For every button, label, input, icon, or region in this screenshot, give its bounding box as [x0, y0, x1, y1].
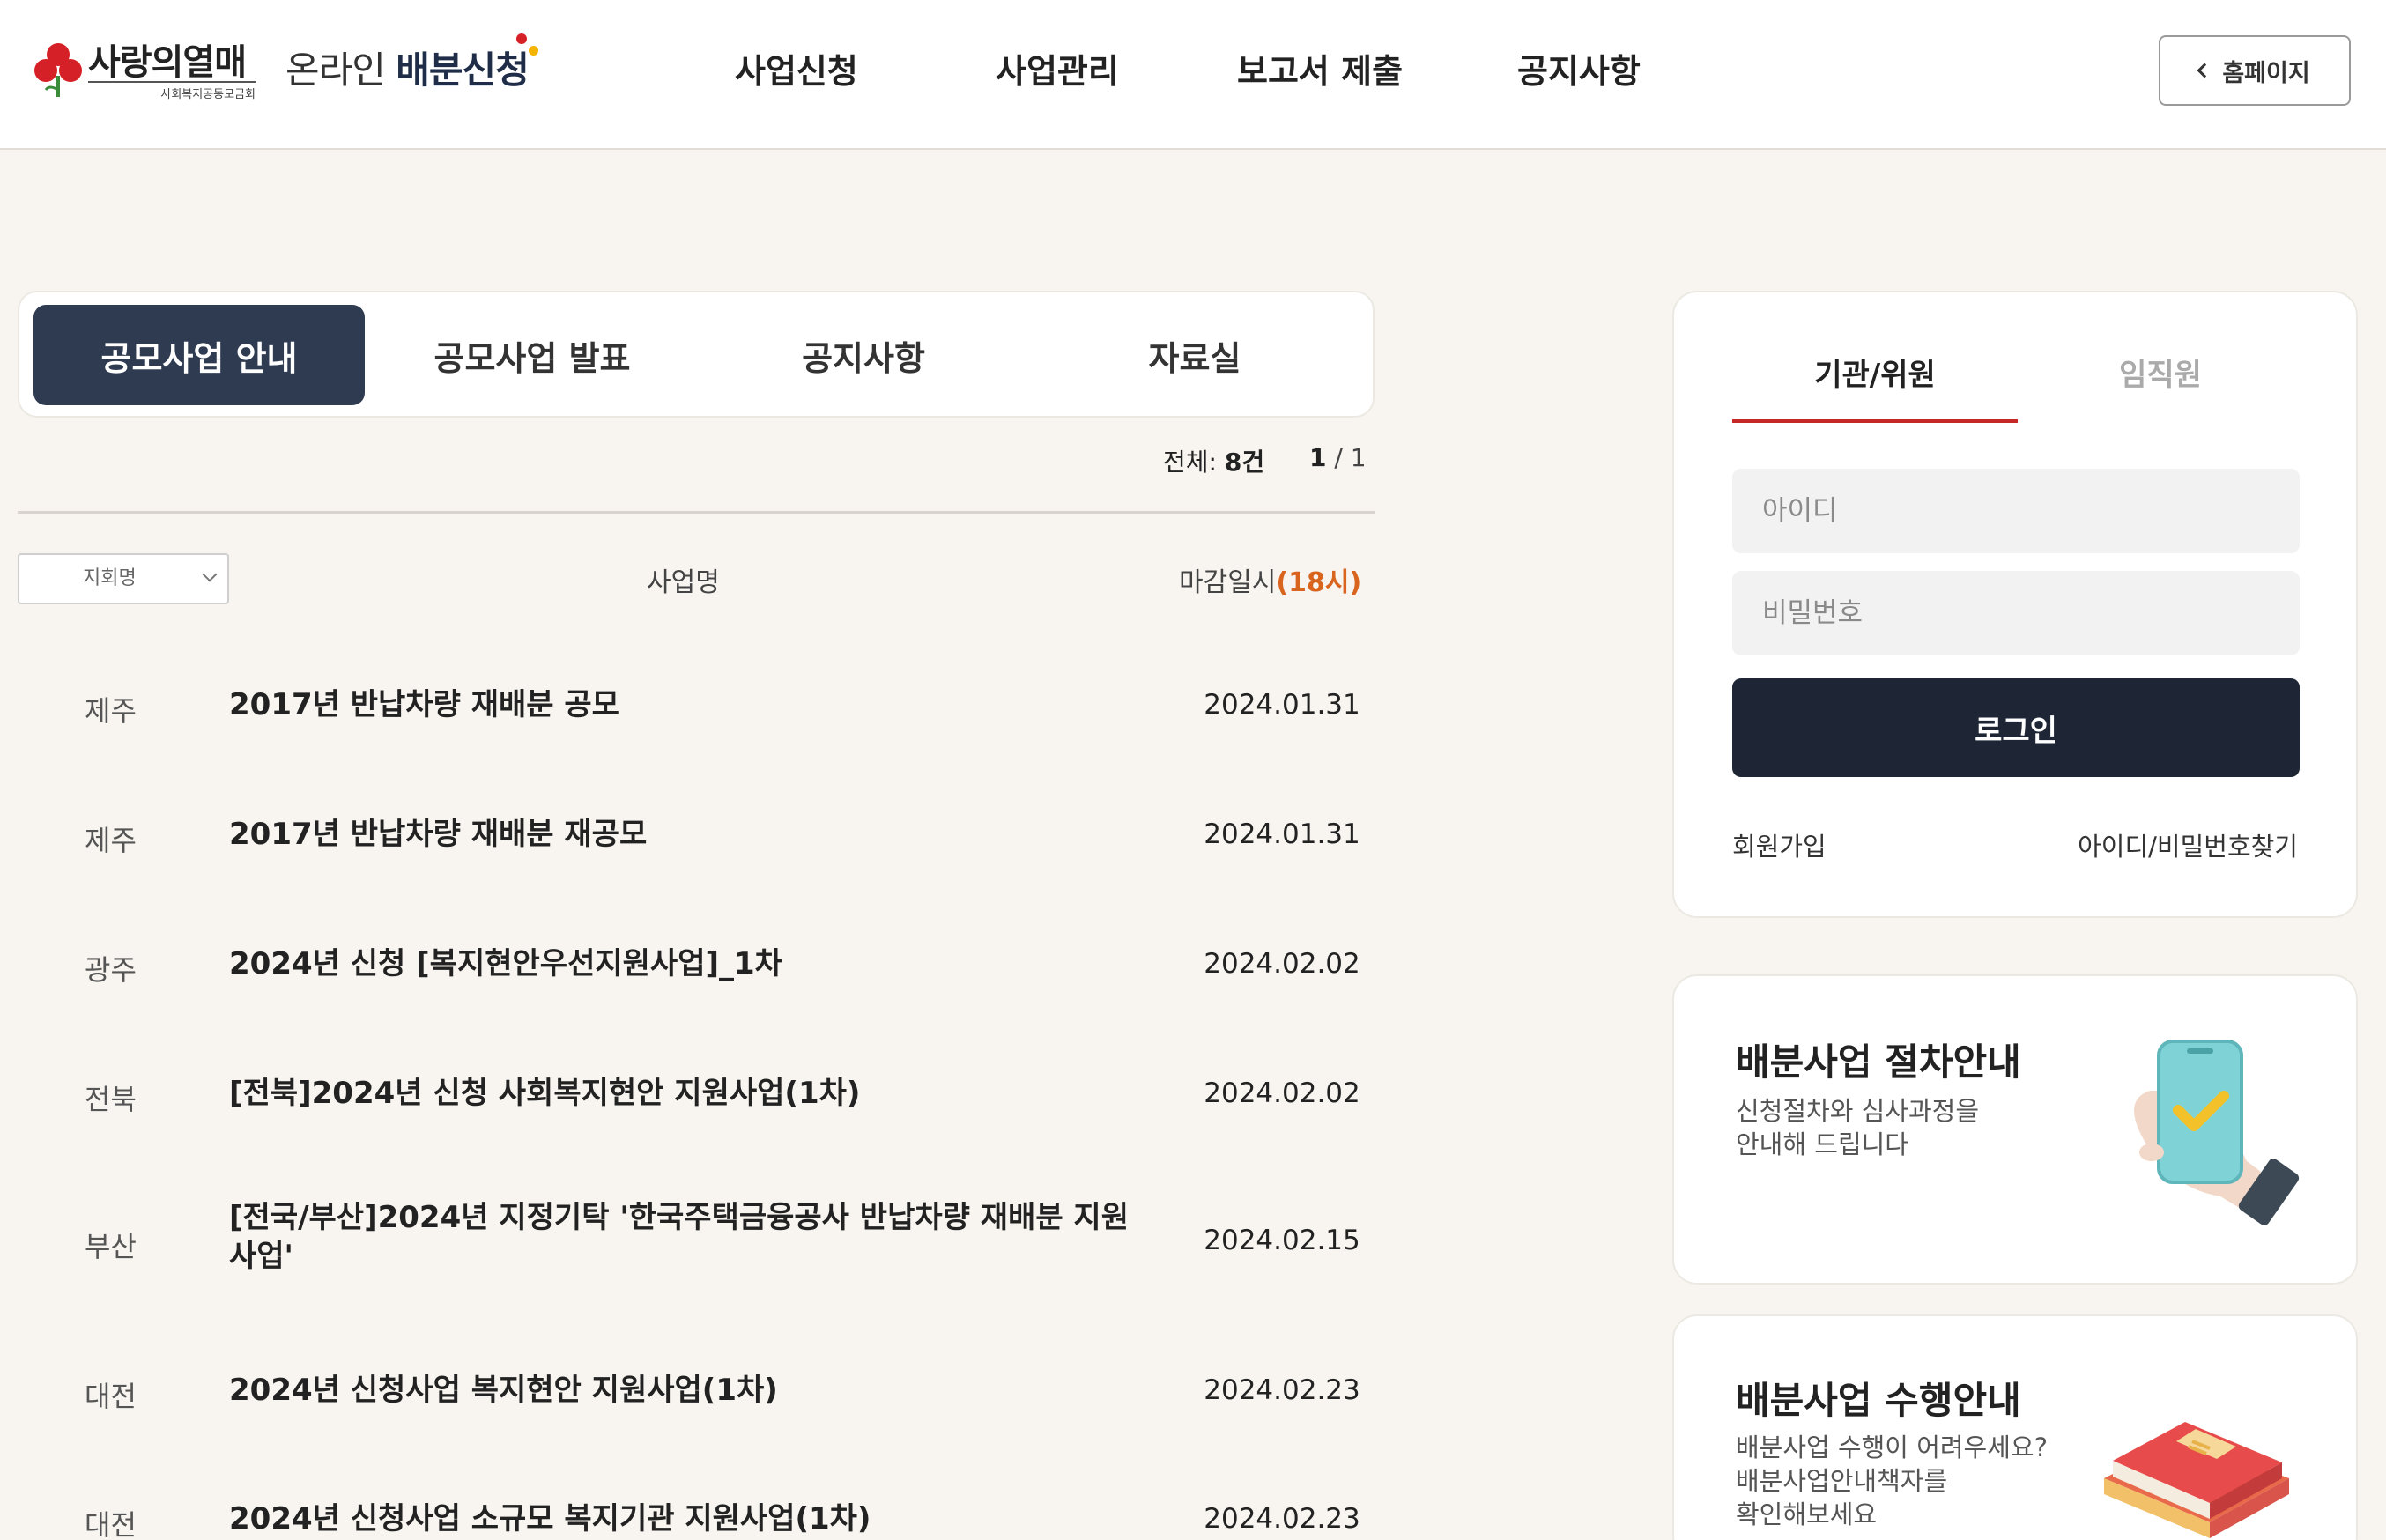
- homepage-button[interactable]: 홈페이지: [2159, 35, 2351, 106]
- tab-archive[interactable]: 자료실: [1029, 305, 1360, 405]
- tab-contest-announcement[interactable]: 공모사업 발표: [367, 305, 698, 405]
- id-input[interactable]: [1732, 469, 2300, 553]
- row-date: 2024.02.23: [1204, 1374, 1360, 1406]
- tab-notice[interactable]: 공지사항: [698, 305, 1029, 405]
- login-tab-underline: [1732, 419, 2018, 423]
- service-name-prefix: 온라인: [285, 48, 396, 92]
- row-title[interactable]: 2017년 반납차량 재배분 재공모: [229, 815, 1154, 854]
- row-date: 2024.02.15: [1204, 1225, 1360, 1256]
- row-region: 대전: [85, 1380, 137, 1413]
- phone-check-icon: [2134, 1040, 2300, 1225]
- table-row[interactable]: 광주 2024년 신청 [복지현안우선지원사업]_1차 2024.02.02: [18, 946, 1375, 1018]
- project-list: 제주 2017년 반납차량 재배분 공모 2024.01.31 제주 2017년…: [18, 643, 1375, 1540]
- execution-guide-card[interactable]: 배분사업 수행안내 배분사업 수행이 어려우세요? 배분사업안내책자를 확인해보…: [1672, 1314, 2358, 1540]
- row-title[interactable]: 2017년 반납차량 재배분 공모: [229, 685, 1154, 724]
- chevron-down-icon: [202, 566, 218, 582]
- column-header-title: 사업명: [647, 567, 720, 598]
- guide-desc-line: 배분사업 수행이 어려우세요?: [1736, 1433, 2048, 1462]
- site-header: 사랑의열매 사회복지공동모금회 온라인 배분신청 사업신청 사업관리 보고서 제…: [0, 0, 2386, 150]
- region-select[interactable]: 지회명: [18, 553, 229, 604]
- chevron-left-icon: [2197, 63, 2212, 78]
- nav-project-apply[interactable]: 사업신청: [735, 44, 858, 93]
- table-row[interactable]: 전북 [전북]2024년 신청 사회복지현안 지원사업(1차) 2024.02.…: [18, 1074, 1375, 1148]
- tab-contest-info[interactable]: 공모사업 안내: [33, 305, 365, 405]
- row-title[interactable]: 2024년 신청 [복지현안우선지원사업]_1차: [229, 944, 1154, 983]
- row-region: 대전: [85, 1508, 137, 1540]
- row-date: 2024.01.31: [1204, 818, 1360, 850]
- table-row[interactable]: 대전 2024년 신청사업 복지현안 지원사업(1차) 2024.02.23: [18, 1371, 1375, 1445]
- guide-desc-line: 배분사업안내책자를: [1736, 1466, 1948, 1496]
- logo-sub-text: 사회복지공동모금회: [88, 81, 256, 101]
- list-divider: [18, 511, 1375, 514]
- row-region: 제주: [85, 824, 137, 857]
- row-title[interactable]: 2024년 신청사업 복지현안 지원사업(1차): [229, 1371, 1154, 1410]
- login-tab-staff[interactable]: 임직원: [2018, 351, 2303, 394]
- site-logo[interactable]: 사랑의열매 사회복지공동모금회 온라인 배분신청: [33, 33, 545, 113]
- guide-desc: 배분사업 수행이 어려우세요? 배분사업안내책자를 확인해보세요: [1736, 1431, 2048, 1531]
- love-fruit-logo-icon: [34, 43, 82, 97]
- total-count: 전체: 8건: [1163, 443, 1264, 478]
- login-panel: 기관/위원 임직원 로그인 회원가입 아이디/비밀번호찾기: [1672, 291, 2358, 918]
- row-title[interactable]: 2024년 신청사업 소규모 복지기관 지원사업(1차): [229, 1499, 1154, 1538]
- login-button[interactable]: 로그인: [1732, 678, 2300, 777]
- logo-dot-red: [516, 33, 527, 44]
- guide-desc-line: 확인해보세요: [1736, 1499, 1878, 1529]
- guide-title: 배분사업 수행안내: [1736, 1379, 2021, 1422]
- signup-link[interactable]: 회원가입: [1732, 826, 1827, 863]
- page-current: 1: [1309, 443, 1327, 472]
- service-name-bold: 배분신청: [396, 48, 530, 92]
- total-count-label: 전체:: [1163, 448, 1225, 477]
- row-date: 2024.01.31: [1204, 689, 1360, 721]
- row-title[interactable]: [전북]2024년 신청 사회복지현안 지원사업(1차): [229, 1074, 1154, 1113]
- table-row[interactable]: 대전 2024년 신청사업 소규모 복지기관 지원사업(1차) 2024.02.…: [18, 1501, 1375, 1540]
- row-region: 전북: [85, 1083, 137, 1116]
- row-title[interactable]: [전국/부산]2024년 지정기탁 '한국주택금융공사 반납차량 재배분 지원사…: [229, 1198, 1154, 1276]
- row-region: 부산: [85, 1230, 137, 1263]
- find-account-link[interactable]: 아이디/비밀번호찾기: [2078, 826, 2298, 863]
- guide-desc-line: 신청절차와 심사과정을: [1736, 1096, 1980, 1126]
- service-name: 온라인 배분신청: [285, 41, 530, 94]
- table-row[interactable]: 부산 [전국/부산]2024년 지정기탁 '한국주택금융공사 반납차량 재배분 …: [18, 1200, 1375, 1304]
- column-header-deadline: 마감일시(18시): [1179, 560, 1361, 599]
- login-tab-organization[interactable]: 기관/위원: [1732, 351, 2018, 394]
- password-input[interactable]: [1732, 571, 2300, 655]
- nav-project-manage[interactable]: 사업관리: [996, 44, 1119, 93]
- books-icon: [2104, 1422, 2289, 1538]
- page-indicator: 1 / 1: [1309, 443, 1367, 472]
- row-region: 제주: [85, 694, 137, 728]
- row-date: 2024.02.02: [1204, 1077, 1360, 1109]
- table-row[interactable]: 제주 2017년 반납차량 재배분 공모 2024.01.31: [18, 687, 1375, 759]
- guide-desc: 신청절차와 심사과정을 안내해 드립니다: [1736, 1094, 1979, 1161]
- table-row[interactable]: 제주 2017년 반납차량 재배분 재공모 2024.01.31: [18, 815, 1375, 889]
- total-count-value: 8건: [1224, 448, 1265, 477]
- guide-title: 배분사업 절차안내: [1736, 1040, 2021, 1084]
- page-separator: /: [1326, 443, 1351, 472]
- deadline-label: 마감일시: [1179, 567, 1277, 598]
- nav-report-submit[interactable]: 보고서 제출: [1237, 44, 1403, 93]
- procedure-guide-card[interactable]: 배분사업 절차안내 신청절차와 심사과정을 안내해 드립니다: [1672, 974, 2358, 1285]
- region-select-placeholder: 지회명: [83, 567, 137, 589]
- logo-dot-yellow: [529, 46, 538, 56]
- page-total: 1: [1350, 443, 1367, 472]
- homepage-button-label: 홈페이지: [2222, 59, 2310, 87]
- board-tabs: 공모사업 안내 공모사업 발표 공지사항 자료실: [18, 291, 1375, 418]
- guide-desc-line: 안내해 드립니다: [1736, 1129, 1908, 1159]
- deadline-time: (18시): [1276, 567, 1362, 598]
- row-date: 2024.02.02: [1204, 948, 1360, 980]
- row-region: 광주: [85, 953, 137, 987]
- row-date: 2024.02.23: [1204, 1503, 1360, 1535]
- logo-brand-text: 사랑의열매: [88, 42, 247, 83]
- nav-notice[interactable]: 공지사항: [1517, 44, 1641, 93]
